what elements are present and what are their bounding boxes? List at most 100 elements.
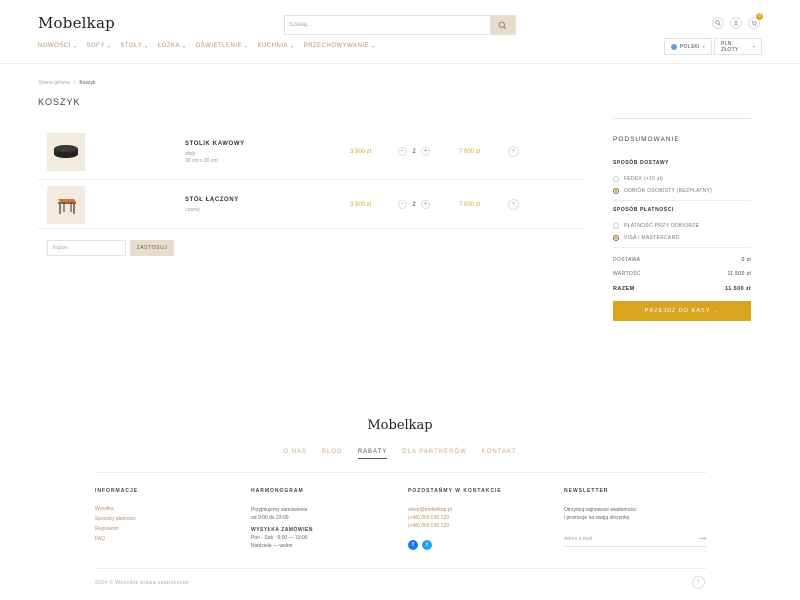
- footer-link-faq[interactable]: FAQ: [95, 536, 138, 542]
- footer-divider: [95, 472, 706, 473]
- coupon-input[interactable]: [47, 240, 126, 256]
- subtotal-row: WARTOŚĆ 11 500 zł: [613, 271, 751, 277]
- contact-email[interactable]: sklep@mobelkap.pl: [408, 506, 502, 514]
- footer-nav-about[interactable]: O NAS: [283, 449, 307, 459]
- remove-item-button[interactable]: ×: [508, 199, 519, 210]
- product-name[interactable]: STÓŁ ŁĄCZONY: [185, 197, 239, 203]
- schedule-line: Przyjmujemy zamówienia: [251, 507, 308, 513]
- footer-bottom-divider: [95, 568, 706, 569]
- remove-item-button[interactable]: ×: [508, 146, 519, 157]
- main-nav: NOWOŚCI ▾ SOFY ▾ STOŁY ▾ ŁÓŻKA ▾ OŚWIETLENIE…: [38, 43, 375, 49]
- increase-qty-button[interactable]: +: [421, 147, 430, 156]
- logo[interactable]: Mobelkap: [38, 14, 115, 32]
- decrease-qty-button[interactable]: −: [398, 200, 407, 209]
- footer-contact-column: POZOSTAŃMY W KONTAKCIE sklep@mobelkap.pl…: [408, 488, 502, 550]
- newsletter-placeholder: Adres e-mail: [564, 536, 593, 542]
- product-image[interactable]: [47, 133, 85, 171]
- radio-button[interactable]: [613, 176, 619, 182]
- footer-nav-blog[interactable]: BLOG: [322, 449, 343, 459]
- footer-newsletter-title: NEWSLETTER: [564, 488, 609, 494]
- summary-title: PODSUMOWANIE: [613, 136, 680, 143]
- footer-info-column: INFORMACJE Wysyłka Sposoby płatności Reg…: [95, 488, 138, 546]
- chevron-down-icon: ▾: [702, 44, 705, 49]
- divider: [613, 247, 751, 248]
- payment-option-label: VISA / MASTERCARD: [624, 235, 680, 241]
- product-image[interactable]: [47, 186, 85, 224]
- currency-select[interactable]: PLN ZŁOTY ▾: [714, 38, 762, 55]
- footer-nav-contact[interactable]: KONTAKT: [482, 449, 517, 459]
- footer-schedule-column: HARMONOGRAM Przyjmujemy zamówienia od 9:…: [251, 488, 313, 550]
- nav-item-kuchnia[interactable]: KUCHNIA ▾: [258, 43, 294, 49]
- delivery-option-label: ODBIÓR OSOBISTY (BEZPŁATNY): [624, 188, 713, 194]
- shipping-hours-line: Niedziela — wolne: [251, 543, 293, 549]
- footer-schedule-title: HARMONOGRAM: [251, 488, 304, 494]
- product-name[interactable]: STOLIK KAWOWY: [185, 141, 245, 147]
- nav-item-oswietlenie[interactable]: OŚWIETLENIE ▾: [196, 43, 248, 49]
- user-icon[interactable]: [730, 17, 742, 29]
- footer-link-terms[interactable]: Regulamin: [95, 526, 138, 532]
- arrow-right-icon[interactable]: ⟶: [699, 536, 706, 542]
- radio-button[interactable]: [613, 223, 619, 229]
- nav-item-sofy[interactable]: SOFY ▾: [86, 43, 110, 49]
- nav-item-przechowywanie[interactable]: PRZECHOWYWANIE ▾: [304, 43, 375, 49]
- nav-item-nowosci[interactable]: NOWOŚCI ▾: [38, 43, 76, 49]
- facebook-icon[interactable]: f: [408, 540, 418, 550]
- radio-button[interactable]: [613, 188, 619, 194]
- footer-logo[interactable]: Mobelkap: [0, 418, 800, 433]
- nav-item-label: KUCHNIA: [257, 43, 289, 49]
- social-links: f t: [408, 540, 502, 550]
- cart-icon[interactable]: 0: [748, 13, 763, 29]
- delivery-option[interactable]: FEDEX (+15 zł): [613, 176, 751, 182]
- product-size: 30 cm x 30 cm: [185, 158, 218, 164]
- search-input[interactable]: [285, 16, 490, 34]
- nav-item-label: PRZECHOWYWANIE: [303, 43, 370, 49]
- quantity-value[interactable]: 2: [411, 202, 417, 208]
- increase-qty-button[interactable]: +: [421, 200, 430, 209]
- footer-nav-discounts[interactable]: RABATY: [357, 449, 388, 459]
- product-color: czarny: [185, 207, 200, 213]
- breadcrumb-home[interactable]: Strona główna: [38, 80, 70, 86]
- total-value: 11 500 zł: [725, 286, 751, 292]
- payment-option[interactable]: VISA / MASTERCARD: [613, 235, 751, 241]
- quantity-stepper: − 2 +: [398, 200, 430, 209]
- line-total: 7 000 zł: [459, 202, 481, 208]
- search-icon[interactable]: [712, 17, 724, 29]
- delivery-title: SPOSÓB DOSTAWY: [613, 160, 670, 166]
- nav-item-lozka[interactable]: ŁÓŻKA ▾: [158, 43, 186, 49]
- quantity-value[interactable]: 2: [411, 149, 417, 155]
- chevron-down-icon: ▾: [752, 44, 755, 49]
- line-total: 7 000 zł: [459, 149, 481, 155]
- apply-coupon-button[interactable]: ZASTOSUJ: [130, 240, 174, 256]
- language-select[interactable]: POLSKI ▾: [664, 38, 712, 55]
- cart-item: STÓŁ ŁĄCZONY czarny 3 500 zł − 2 + 7 000…: [38, 181, 584, 229]
- footer-nav-partners[interactable]: DLA PARTNERÓW: [402, 449, 466, 459]
- payment-option[interactable]: PŁATNOŚĆ PRZY ODBIORZE: [613, 223, 751, 229]
- radio-button[interactable]: [613, 235, 619, 241]
- header-icons: 0: [712, 13, 763, 29]
- footer-link-payment[interactable]: Sposoby płatności: [95, 516, 138, 522]
- payment-title: SPOSÓB PŁATNOŚCI: [613, 207, 674, 213]
- cart-count-badge: 0: [756, 13, 763, 20]
- total-label: RAZEM: [613, 286, 635, 292]
- footer-contact-title: POZOSTAŃMY W KONTAKCIE: [408, 488, 502, 494]
- checkout-button[interactable]: PRZEJDŹ DO KASY →: [613, 301, 751, 321]
- footer-link-shipping[interactable]: Wysyłka: [95, 506, 138, 512]
- contact-phone[interactable]: (+48) 000 010 120: [408, 514, 502, 522]
- header-divider: [0, 63, 800, 64]
- contact-phone[interactable]: (+48) 000 010 120: [408, 522, 502, 530]
- delivery-option[interactable]: ODBIÓR OSOBISTY (BEZPŁATNY): [613, 188, 751, 194]
- back-to-top-button[interactable]: ↑: [692, 576, 705, 589]
- product-price: 3 500 zł: [350, 149, 372, 155]
- subtotal-value: 11 500 zł: [727, 271, 751, 277]
- chevron-down-icon: ▾: [291, 43, 294, 49]
- chevron-down-icon: ▾: [372, 43, 375, 49]
- shipping-hours-line: Pon - Sob : 9:00 — 19:00: [251, 535, 308, 541]
- newsletter-email-field[interactable]: Adres e-mail ⟶: [564, 536, 706, 547]
- locale-selects: POLSKI ▾ PLN ZŁOTY ▾: [664, 38, 762, 55]
- twitter-icon[interactable]: t: [422, 540, 432, 550]
- breadcrumb: Strona główna / Koszyk: [38, 80, 95, 86]
- decrease-qty-button[interactable]: −: [398, 147, 407, 156]
- product-meta: czarny: [185, 207, 200, 214]
- search-button[interactable]: [490, 16, 515, 34]
- nav-item-stoly[interactable]: STOŁY ▾: [120, 43, 148, 49]
